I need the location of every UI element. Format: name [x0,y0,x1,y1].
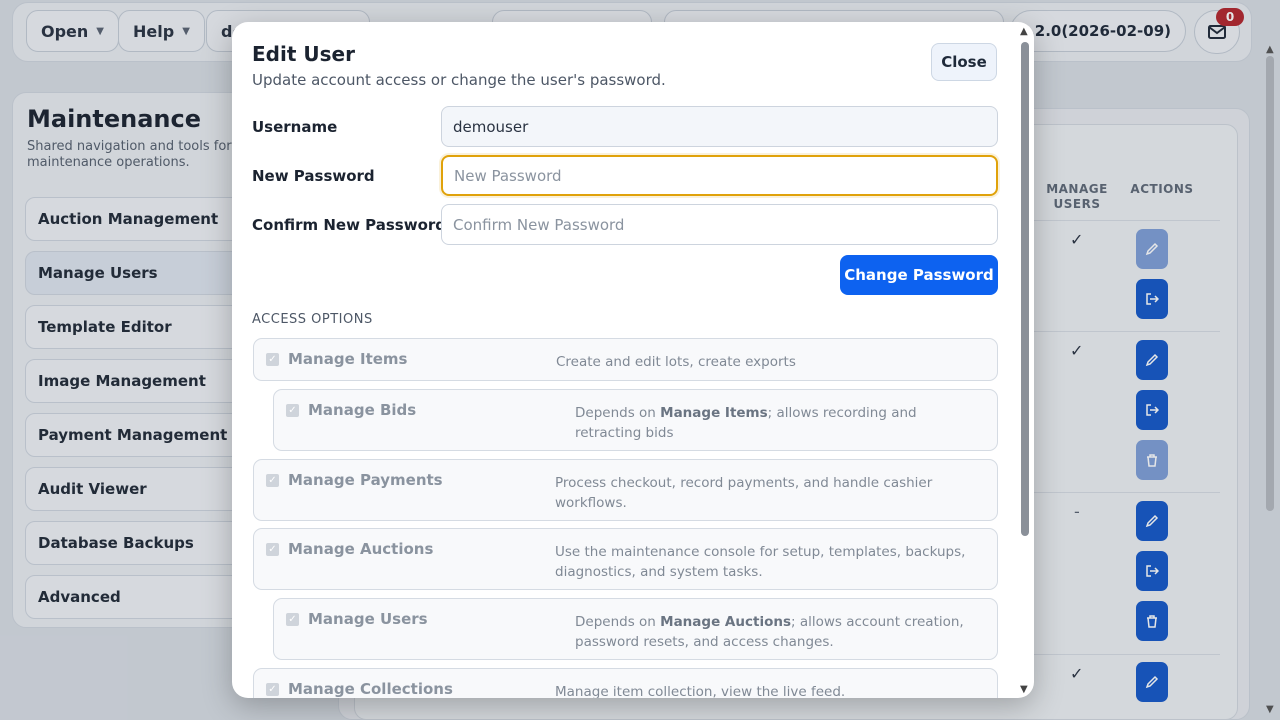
access-option-manage-bids[interactable]: ✓ Manage Bids Depends on Manage Items; a… [273,389,998,451]
option-description: Create and edit lots, create exports [556,354,796,370]
dialog-scroll-up-arrow[interactable]: ▲ [1020,26,1028,37]
change-password-button[interactable]: Change Password [840,255,998,295]
access-option-manage-collections[interactable]: ✓ Manage Collections Manage item collect… [253,668,998,698]
dialog-scrollbar[interactable] [1021,42,1029,536]
option-name: Manage Bids [308,401,417,419]
new-password-field[interactable] [441,155,998,196]
option-description: Use the maintenance console for setup, t… [555,544,966,580]
confirm-password-label: Confirm New Password [252,216,447,234]
checkbox-checked-icon[interactable]: ✓ [286,404,299,417]
checkbox-checked-icon[interactable]: ✓ [286,613,299,626]
close-button[interactable]: Close [931,43,997,81]
access-option-manage-items[interactable]: ✓ Manage Items Create and edit lots, cre… [253,338,998,381]
option-name: Manage Auctions [288,540,434,558]
access-options-header: ACCESS OPTIONS [252,312,373,327]
option-description: Depends on Manage Auctions; allows accou… [575,614,964,650]
checkbox-checked-icon[interactable]: ✓ [266,683,279,696]
dialog-scroll-down-arrow[interactable]: ▼ [1020,684,1028,695]
access-option-manage-users[interactable]: ✓ Manage Users Depends on Manage Auction… [273,598,998,660]
access-option-manage-payments[interactable]: ✓ Manage Payments Process checkout, reco… [253,459,998,521]
username-label: Username [252,118,338,136]
dialog-subtitle: Update account access or change the user… [252,71,666,89]
checkbox-checked-icon[interactable]: ✓ [266,543,279,556]
option-name: Manage Collections [288,680,453,698]
option-description: Manage item collection, view the live fe… [555,684,846,698]
option-name: Manage Payments [288,471,443,489]
access-option-manage-auctions[interactable]: ✓ Manage Auctions Use the maintenance co… [253,528,998,590]
edit-user-dialog: Edit User Update account access or chang… [232,22,1034,698]
option-name: Manage Users [308,610,428,628]
dialog-title: Edit User [252,42,355,66]
confirm-password-field[interactable] [441,204,998,245]
option-description: Depends on Manage Items; allows recordin… [575,405,917,441]
checkbox-checked-icon[interactable]: ✓ [266,353,279,366]
new-password-label: New Password [252,167,375,185]
option-description: Process checkout, record payments, and h… [555,475,933,511]
checkbox-checked-icon[interactable]: ✓ [266,474,279,487]
option-name: Manage Items [288,350,408,368]
username-field[interactable] [441,106,998,147]
